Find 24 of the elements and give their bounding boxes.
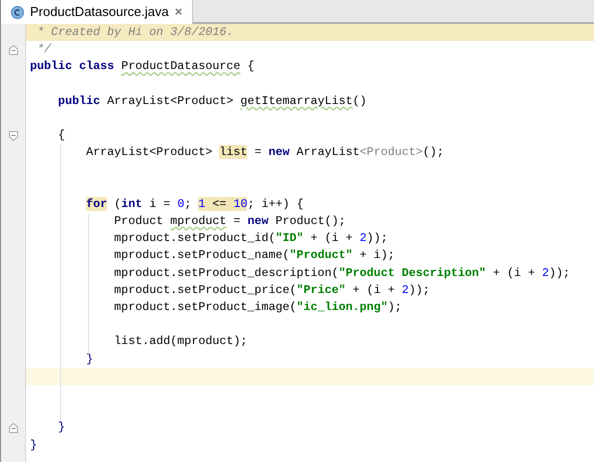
code-line: for (int i = 0; 1 <= 10; i++) { <box>85 196 304 213</box>
fold-icon[interactable] <box>8 422 18 433</box>
code-line: mproduct.setProduct_image("ic_lion.png"); <box>113 299 402 316</box>
code-line: ArrayList<Product> list = new ArrayList<Product>(); <box>85 144 444 162</box>
code-line: list.add(mproduct); <box>113 333 248 350</box>
code-line: public class ProductDatasource { <box>30 58 254 76</box>
code-line: public ArrayList<Product> getItemarrayList() <box>57 92 367 110</box>
close-icon[interactable]: × <box>174 2 182 22</box>
code-line: */ <box>36 41 52 58</box>
code-line: { <box>57 127 66 144</box>
editor-tab[interactable]: ProductDatasource.java × <box>1 0 194 24</box>
code-line: Product mproduct = new Product(); <box>113 213 346 230</box>
tab-label: ProductDatasource.java <box>30 3 169 22</box>
code-line: * Created by Hi on 3/8/2016. <box>36 24 234 41</box>
code-line: } <box>85 350 94 368</box>
code-line: mproduct.setProduct_id("ID" + (i + 2)); <box>113 230 388 248</box>
fold-icon[interactable] <box>8 130 18 141</box>
code-line: mproduct.setProduct_price("Price" + (i + 2)); <box>113 282 430 299</box>
code-line: mproduct.setProduct_name("Product" + i); <box>113 247 395 264</box>
fold-icon[interactable] <box>8 44 18 55</box>
code-line: } <box>57 419 66 436</box>
java-class-icon <box>11 6 24 18</box>
code-line: } <box>30 436 38 454</box>
code-line: mproduct.setProduct_description("Product Description" + (i + 2)); <box>113 264 570 282</box>
